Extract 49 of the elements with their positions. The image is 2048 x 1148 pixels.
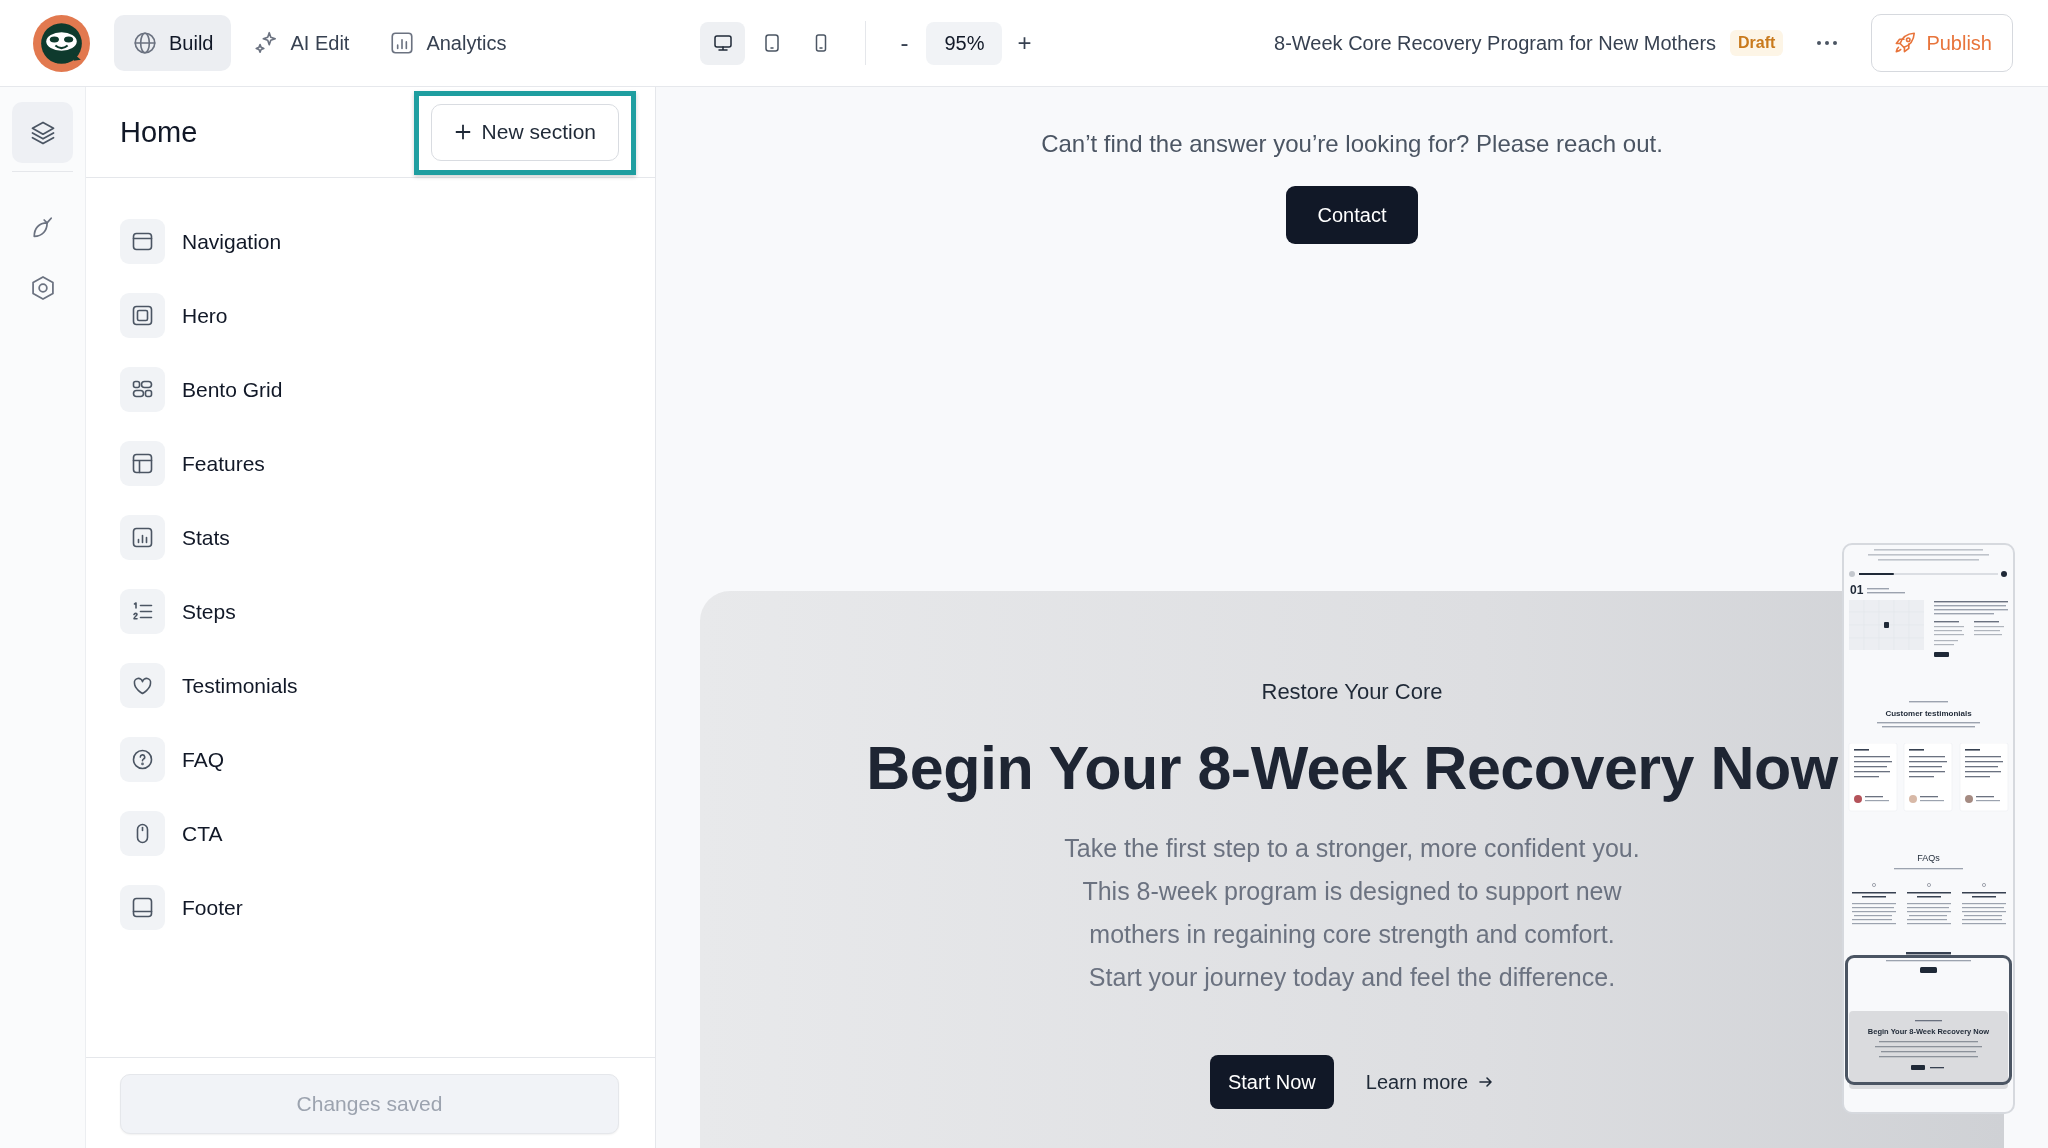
new-section-button[interactable]: New section [430,103,619,161]
section-item[interactable]: Footer [120,885,621,930]
nav-tab[interactable]: Build [114,15,232,71]
logo-icon[interactable] [33,14,90,72]
preview-text-lines [1867,586,1908,595]
zoom-in-button[interactable]: + [1008,21,1041,65]
section-item[interactable]: Bento Grid [120,367,621,412]
footer-layout-icon [120,885,165,930]
preview-step-number: 01 [1850,584,1864,597]
section-item[interactable]: Steps [120,589,621,634]
globe-icon [132,30,158,56]
preview-heading: FAQs [1916,853,1941,864]
contact-button[interactable]: Contact [1285,186,1419,244]
zoom-field[interactable]: 95% [926,21,1003,65]
start-now-button[interactable]: Start Now [1209,1055,1334,1109]
section-item[interactable]: Hero [120,293,621,338]
viewport-frame[interactable] [1845,955,2012,1085]
cta-eyebrow: Restore Your Core [1261,678,1443,706]
rail-button[interactable] [12,102,73,163]
section-item[interactable]: Stats [120,515,621,560]
nav-tab[interactable]: AI Edit [235,15,368,71]
arrow-right-icon [1478,1074,1495,1090]
section-item[interactable]: CTA [120,811,621,856]
contact-text: Can’t find the answer you’re looking for? Please reach out. [1041,129,1663,159]
layout-icon [120,441,165,486]
more-icon [1817,41,1838,45]
bar-chart-icon [120,515,165,560]
preview-heading: Customer testimonials [1884,708,1973,719]
help-icon [120,737,165,782]
status-badge: Draft [1730,30,1784,56]
grid-icon [120,367,165,412]
section-item[interactable]: Testimonials [120,663,621,708]
plus-icon [453,123,472,141]
section-item[interactable]: Features [120,441,621,486]
page-title: 8-Week Core Recovery Program for New Mothers [1274,31,1717,55]
section-item[interactable]: Navigation [120,219,621,264]
device-toggle[interactable] [700,21,746,65]
zoom-out-button[interactable]: - [888,21,921,65]
section-item[interactable]: FAQ [120,737,621,782]
navigation-layout-icon [120,219,165,264]
learn-more-link[interactable]: Learn more [1365,1070,1495,1094]
cta-heading: Begin Your 8-Week Recovery Now [866,733,1838,804]
panel-title: Home [120,115,198,149]
numbered-list-icon [120,589,165,634]
cta-body: Take the first step to a stronger, more confident you. This 8-week program is designed to support new mothers in regaining core strength and comfort. Start your journey today and feel the difference. [1064,833,1640,993]
mouse-icon [120,811,165,856]
hero-layout-icon [120,293,165,338]
bar-chart-icon [389,30,416,56]
nav-tab[interactable]: Analytics [371,15,525,71]
